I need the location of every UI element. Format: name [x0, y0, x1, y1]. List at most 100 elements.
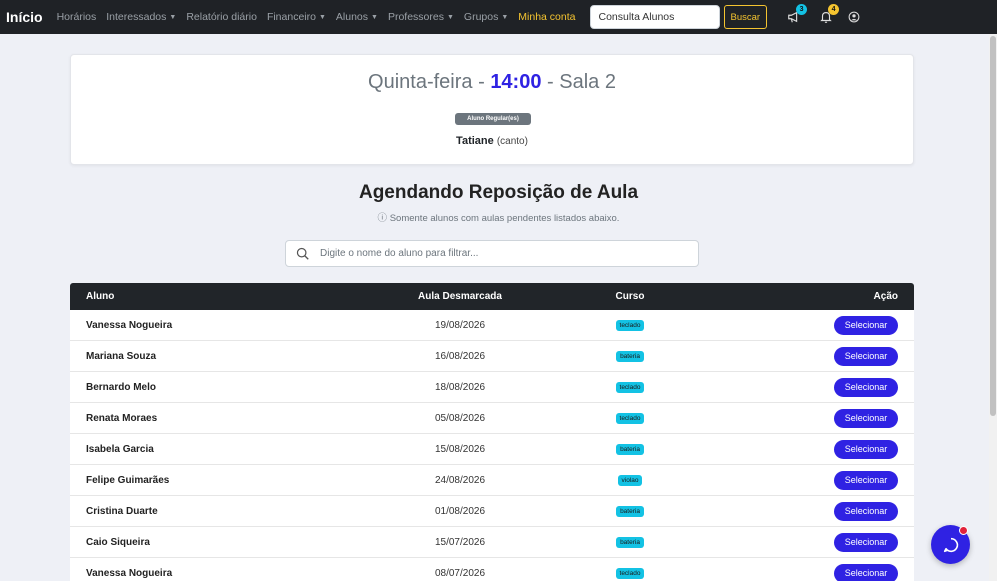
- missed-class-date: 15/08/2026: [434, 443, 486, 455]
- megaphone-count-badge: 3: [796, 4, 808, 15]
- course-cell: bateria: [535, 505, 725, 517]
- header-acao: Ação: [873, 291, 898, 302]
- nav-grupos[interactable]: Grupos ▼: [464, 11, 508, 23]
- select-button[interactable]: Selecionar: [834, 377, 898, 397]
- nav-relatorio-diario[interactable]: Relatório diário: [186, 11, 257, 23]
- action-cell: Selecionar: [725, 439, 914, 459]
- missed-class-date: 08/07/2026: [434, 567, 486, 579]
- regular-student: Tatiane (canto): [456, 135, 528, 147]
- table-row: Bernardo Melo 18/08/2026 teclado Selecionar: [70, 372, 914, 403]
- course-badge: bateria: [616, 351, 644, 362]
- missed-class-date: 16/08/2026: [434, 350, 486, 362]
- select-button[interactable]: Selecionar: [834, 315, 898, 335]
- scrollbar-thumb[interactable]: [990, 36, 996, 416]
- course-badge: bateria: [616, 537, 644, 548]
- notifications-button[interactable]: 4: [817, 4, 840, 26]
- missed-class-date: 01/08/2026: [434, 505, 486, 517]
- class-title: Quinta-feira - 14:00 - Sala 2: [368, 71, 616, 93]
- action-cell: Selecionar: [725, 315, 914, 335]
- missed-class-date: 19/08/2026: [434, 319, 486, 331]
- search-button[interactable]: Buscar: [723, 5, 768, 29]
- chat-notification-dot: [959, 526, 968, 535]
- student-name: Felipe Guimarães: [86, 474, 170, 486]
- action-cell: Selecionar: [725, 408, 914, 428]
- course-cell: violao: [535, 474, 725, 486]
- table-row: Felipe Guimarães 24/08/2026 violao Selecion…: [70, 465, 914, 496]
- course-badge: teclado: [615, 320, 645, 331]
- info-icon: ⓘ: [377, 213, 388, 224]
- megaphone-button[interactable]: 3: [785, 4, 808, 26]
- nav-alunos[interactable]: Alunos ▼: [336, 11, 378, 23]
- caret-down-icon: ▼: [169, 13, 177, 21]
- select-button[interactable]: Selecionar: [834, 563, 898, 581]
- course-cell: bateria: [535, 350, 725, 362]
- table-header: Aluno Aula Desmarcada Curso Ação: [70, 283, 914, 310]
- student-name: Cristina Duarte: [86, 505, 158, 517]
- table-row: Vanessa Nogueira 08/07/2026 teclado Selecio…: [70, 558, 914, 581]
- table-row: Mariana Souza 16/08/2026 bateria Selecionar: [70, 341, 914, 372]
- caret-down-icon: ▼: [318, 13, 326, 21]
- course-cell: teclado: [535, 319, 725, 331]
- brand-link[interactable]: Início: [6, 9, 43, 25]
- course-cell: teclado: [535, 567, 725, 579]
- course-badge: bateria: [616, 506, 644, 517]
- student-name: Mariana Souza: [86, 350, 157, 362]
- course-cell: teclado: [535, 381, 725, 393]
- header-curso: Curso: [615, 291, 645, 302]
- action-cell: Selecionar: [725, 377, 914, 397]
- table-row: Renata Moraes 05/08/2026 teclado Selecionar: [70, 403, 914, 434]
- table-row: Cristina Duarte 01/08/2026 bateria Selecion…: [70, 496, 914, 527]
- user-menu-button[interactable]: [845, 8, 863, 26]
- action-cell: Selecionar: [725, 346, 914, 366]
- student-name: Caio Siqueira: [86, 536, 150, 548]
- select-button[interactable]: Selecionar: [834, 501, 898, 521]
- nav-horarios[interactable]: Horários: [57, 11, 97, 23]
- class-info-card: Quinta-feira - 14:00 - Sala 2 Aluno Regu…: [70, 54, 914, 165]
- course-cell: teclado: [535, 412, 725, 424]
- course-badge: teclado: [615, 568, 645, 579]
- action-cell: Selecionar: [725, 501, 914, 521]
- table-row: Isabela Garcia 15/08/2026 bateria Seleciona…: [70, 434, 914, 465]
- chat-icon: [943, 537, 958, 552]
- caret-down-icon: ▼: [446, 13, 454, 21]
- table-row: Vanessa Nogueira 19/08/2026 teclado Selecio…: [70, 310, 914, 341]
- student-name: Vanessa Nogueira: [86, 567, 173, 579]
- student-name: Isabela Garcia: [86, 443, 154, 455]
- pending-students-table: Aluno Aula Desmarcada Curso Ação Vanessa…: [70, 283, 914, 581]
- caret-down-icon: ▼: [371, 13, 378, 21]
- top-navbar: Início Horários Interessados ▼ Relatório …: [0, 0, 997, 34]
- action-cell: Selecionar: [725, 470, 914, 490]
- student-filter-input[interactable]: Digite o nome do aluno para filtrar...: [285, 240, 699, 267]
- select-button[interactable]: Selecionar: [834, 408, 898, 428]
- table-row: Caio Siqueira 15/07/2026 bateria Selecionar: [70, 527, 914, 558]
- missed-class-date: 18/08/2026: [434, 381, 486, 393]
- header-aula-desmarcada: Aula Desmarcada: [418, 291, 502, 302]
- nav-interessados[interactable]: Interessados ▼: [106, 11, 176, 23]
- course-badge: violao: [617, 475, 643, 486]
- search-icon: [296, 247, 309, 260]
- bell-count-badge: 4: [828, 4, 840, 15]
- student-search-input[interactable]: Consulta Alunos: [589, 5, 720, 29]
- missed-class-date: 24/08/2026: [434, 474, 486, 486]
- filter-placeholder: Digite o nome do aluno para filtrar...: [320, 248, 479, 259]
- course-cell: bateria: [535, 443, 725, 455]
- course-cell: bateria: [535, 536, 725, 548]
- student-name: Vanessa Nogueira: [86, 319, 173, 331]
- nav-professores[interactable]: Professores ▼: [388, 11, 454, 23]
- missed-class-date: 15/07/2026: [434, 536, 486, 548]
- student-name: Renata Moraes: [86, 412, 158, 424]
- select-button[interactable]: Selecionar: [834, 470, 898, 490]
- pending-note: ⓘ Somente alunos com aulas pendentes lis…: [377, 213, 620, 224]
- header-aluno: Aluno: [86, 291, 115, 302]
- page-title: Agendando Reposição de Aula: [358, 182, 639, 203]
- select-button[interactable]: Selecionar: [834, 346, 898, 366]
- nav-financeiro[interactable]: Financeiro ▼: [267, 11, 326, 23]
- caret-down-icon: ▼: [501, 13, 509, 21]
- course-badge: teclado: [615, 413, 645, 424]
- select-button[interactable]: Selecionar: [834, 439, 898, 459]
- student-name: Bernardo Melo: [86, 381, 157, 393]
- action-cell: Selecionar: [725, 563, 914, 581]
- action-cell: Selecionar: [725, 532, 914, 552]
- select-button[interactable]: Selecionar: [834, 532, 898, 552]
- nav-minha-conta[interactable]: Minha conta: [518, 11, 575, 23]
